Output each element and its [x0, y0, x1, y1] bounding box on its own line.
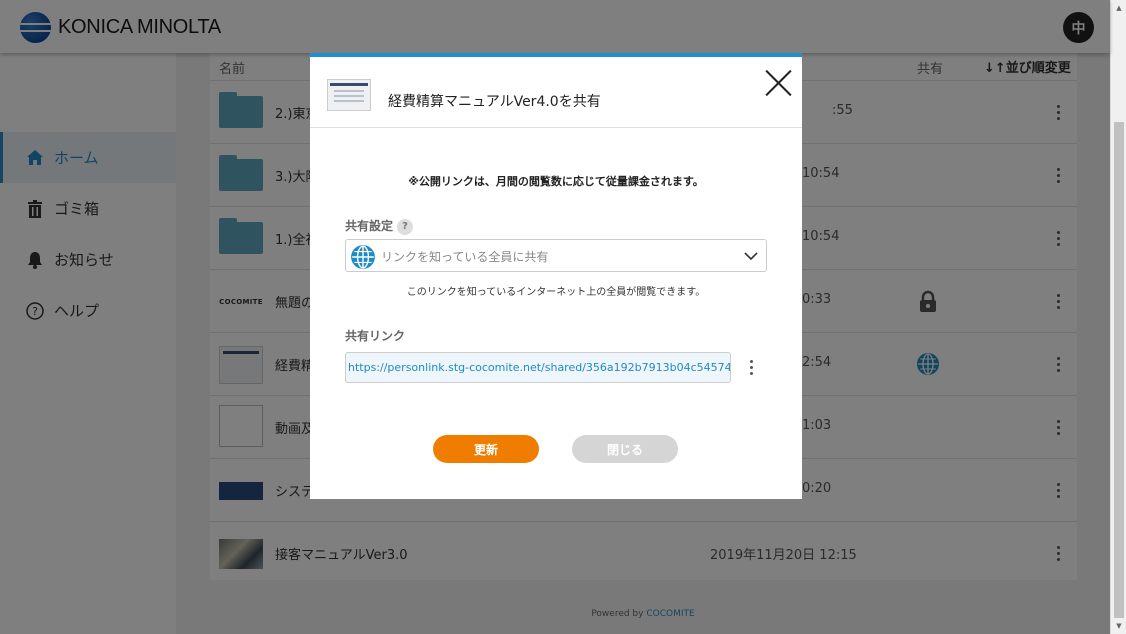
share-setting-select[interactable]: リンクを知っている全員に共有 [345, 239, 767, 272]
select-value: リンクを知っている全員に共有 [381, 250, 549, 264]
share-link-label: 共有リンク [345, 329, 406, 343]
page-scrollbar[interactable]: ▲ ▼ [1110, 0, 1126, 634]
help-question-icon[interactable]: ? [397, 218, 414, 235]
share-link-url[interactable]: https://personlink.stg-cocomite.net/shar… [348, 361, 730, 374]
share-setting-label-group: 共有設定? [345, 217, 414, 235]
close-icon[interactable] [764, 69, 792, 97]
dialog-header: 経費精算マニュアルVer4.0を共有 [310, 57, 802, 128]
select-description: このリンクを知っているインターネット上の全員が閲覧できます。 [406, 287, 706, 298]
chevron-down-icon [744, 248, 758, 262]
share-link-field[interactable]: https://personlink.stg-cocomite.net/shar… [345, 352, 731, 383]
share-dialog: 経費精算マニュアルVer4.0を共有 ※公開リンクは、月間の閲覧数に応じて従量課… [310, 53, 802, 499]
scroll-up-icon[interactable]: ▲ [1111, 0, 1126, 16]
kebab-menu-icon[interactable] [748, 357, 754, 377]
document-thumbnail [327, 79, 371, 111]
share-setting-label: 共有設定 [345, 219, 394, 233]
globe-icon [350, 244, 376, 270]
dialog-title: 経費精算マニュアルVer4.0を共有 [388, 94, 601, 110]
scroll-down-icon[interactable]: ▼ [1111, 618, 1126, 634]
scrollbar-thumb[interactable] [1114, 122, 1124, 618]
update-button[interactable]: 更新 [433, 435, 539, 463]
billing-notice: ※公開リンクは、月間の閲覧数に応じて従量課金されます。 [408, 175, 704, 188]
close-button[interactable]: 閉じる [572, 435, 678, 463]
